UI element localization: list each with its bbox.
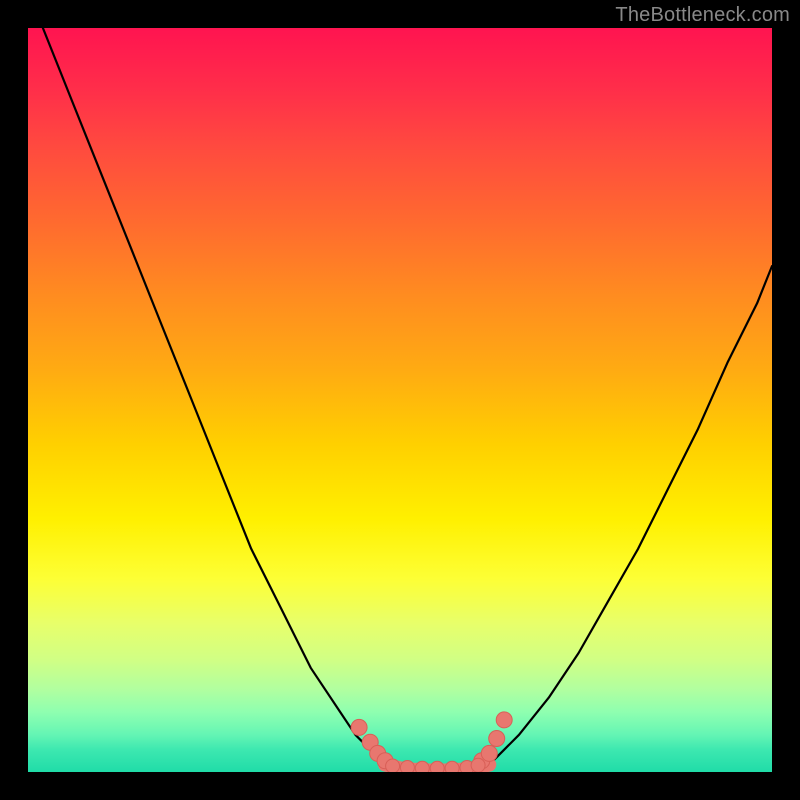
plot-gradient-background: [28, 28, 772, 772]
watermark-text: TheBottleneck.com: [615, 4, 790, 27]
chart-frame: [28, 28, 772, 772]
